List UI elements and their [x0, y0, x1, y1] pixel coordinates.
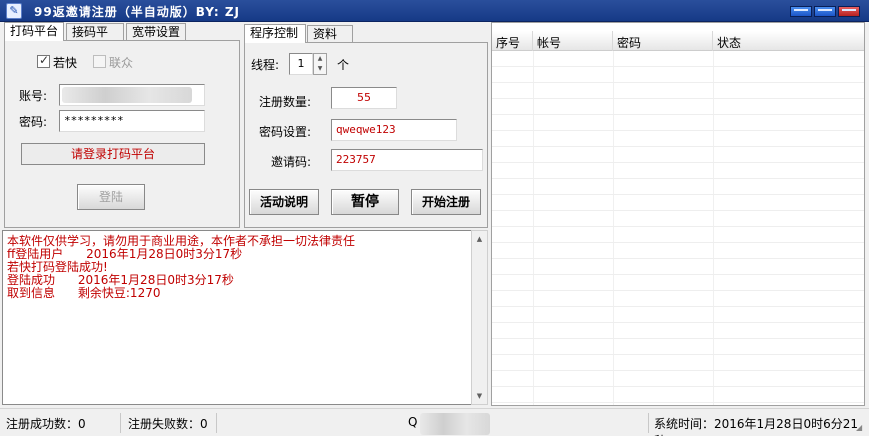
tab-broadband-settings[interactable]: 宽带设置 — [126, 23, 186, 41]
table-row — [492, 115, 864, 131]
log-scrollbar[interactable]: ▲ ▼ — [471, 230, 488, 405]
password-input[interactable]: ********* — [59, 110, 205, 132]
table-row — [492, 67, 864, 83]
table-row — [492, 387, 864, 403]
table-row — [492, 355, 864, 371]
fail-count: 注册失败数：0 — [128, 417, 208, 431]
log-area[interactable]: 本软件仅供学习，请勿用于商业用途，本作者不承担一切法律责任 ff登陆用户 201… — [2, 230, 488, 405]
tab-data[interactable]: 资料 — [307, 25, 353, 43]
table-row — [492, 179, 864, 195]
table-row — [492, 195, 864, 211]
register-count-label: 注册数量: — [259, 95, 312, 109]
column-header-password[interactable]: 密码 — [613, 31, 713, 51]
table-row — [492, 323, 864, 339]
redacted-account — [62, 87, 192, 103]
table-row — [492, 163, 864, 179]
tab-sms-platform[interactable]: 接码平台 — [66, 23, 124, 54]
table-row — [492, 211, 864, 227]
log-line: 取到信息 剩余快豆:1270 — [7, 286, 161, 300]
stepper-up-icon[interactable]: ▲ — [314, 54, 326, 64]
start-register-button[interactable]: 开始注册 — [411, 189, 481, 215]
status-q: Q — [408, 415, 418, 429]
table-row — [492, 371, 864, 387]
password-setting-label: 密码设置: — [259, 125, 312, 139]
stepper-down-icon[interactable]: ▼ — [314, 64, 326, 74]
success-count: 注册成功数：0 — [6, 417, 86, 431]
table-row — [492, 259, 864, 275]
status-divider — [120, 413, 121, 433]
thread-count-input[interactable]: 1 — [289, 53, 313, 75]
lianzhong-checkbox[interactable] — [93, 55, 106, 68]
password-setting-input[interactable]: qweqwe123 — [331, 119, 457, 141]
control-panel: 线程: 1 ▲ ▼ 个 注册数量: 55 密码设置: qweqwe123 邀请码… — [244, 42, 488, 228]
thread-stepper[interactable]: ▲ ▼ — [313, 53, 327, 75]
invite-code-input[interactable]: 223757 — [331, 149, 483, 171]
account-grid[interactable]: 序号 帐号 密码 状态 — [491, 22, 865, 406]
column-header-index[interactable]: 序号 — [492, 31, 533, 51]
pause-button[interactable]: 暂停 — [331, 189, 399, 215]
title-bar: ✎ 99返邀请注册（半自动版）BY: ZJ — [0, 0, 869, 22]
table-row — [492, 339, 864, 355]
minimize-button[interactable] — [790, 6, 812, 17]
table-row — [492, 307, 864, 323]
close-button[interactable] — [838, 6, 860, 17]
table-row — [492, 131, 864, 147]
grid-header: 序号 帐号 密码 状态 — [492, 31, 864, 51]
scroll-up-icon[interactable]: ▲ — [472, 231, 487, 247]
redacted-status-text — [420, 413, 490, 435]
column-header-status[interactable]: 状态 — [713, 31, 864, 51]
table-row — [492, 99, 864, 115]
login-status-banner: 请登录打码平台 — [21, 143, 205, 165]
table-row — [492, 291, 864, 307]
resize-grip-icon[interactable]: ◢ — [856, 423, 866, 433]
lianzhong-label: 联众 — [109, 56, 134, 70]
account-label: 账号: — [19, 89, 48, 103]
table-row — [492, 147, 864, 163]
system-time: 系统时间：2016年1月28日0时6分21秒 — [654, 417, 858, 436]
thread-label: 线程: — [251, 58, 280, 72]
table-row — [492, 243, 864, 259]
status-divider — [648, 413, 649, 433]
thread-unit: 个 — [337, 58, 350, 72]
account-input[interactable] — [59, 84, 205, 106]
status-bar: 注册成功数：0 注册失败数：0 Q 系统时间：2016年1月28日0时6分21秒… — [0, 408, 869, 436]
tab-program-control[interactable]: 程序控制 — [244, 24, 306, 43]
status-divider — [216, 413, 217, 433]
column-header-account[interactable]: 帐号 — [533, 31, 613, 51]
scroll-down-icon[interactable]: ▼ — [472, 388, 487, 404]
table-row — [492, 275, 864, 291]
tab-captcha-platform[interactable]: 打码平台 — [4, 22, 64, 41]
maximize-button[interactable] — [814, 6, 836, 17]
login-panel: 若快 联众 账号: 密码: ********* 请登录打码平台 登陆 — [4, 40, 240, 228]
register-count-input[interactable]: 55 — [331, 87, 397, 109]
window-title: 99返邀请注册（半自动版）BY: ZJ — [34, 5, 240, 19]
invite-code-label: 邀请码: — [271, 155, 312, 169]
login-button[interactable]: 登陆 — [77, 184, 145, 210]
password-label: 密码: — [19, 115, 48, 129]
activity-help-button[interactable]: 活动说明 — [249, 189, 319, 215]
table-row — [492, 83, 864, 99]
table-row — [492, 51, 864, 67]
table-row — [492, 227, 864, 243]
ruokuai-label: 若快 — [53, 56, 78, 70]
ruokuai-checkbox[interactable] — [37, 53, 50, 68]
app-icon: ✎ — [6, 3, 22, 19]
